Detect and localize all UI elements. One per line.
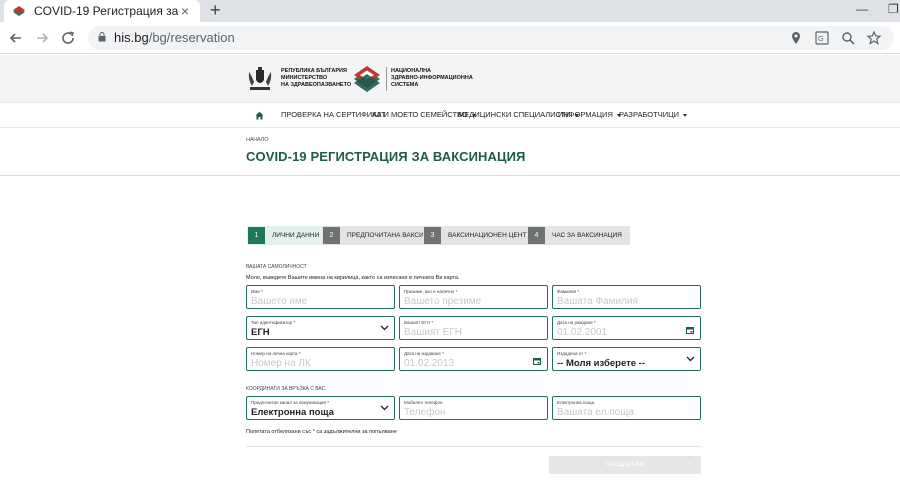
site-favicon-icon (13, 6, 25, 16)
field-label: Вашият ЕГН * (404, 320, 434, 325)
logo-divider (386, 67, 387, 91)
communication-channel-select[interactable]: Предпочитан канал за комуникация * Елект… (246, 396, 395, 420)
identity-section-heading: ВАШАТА САМОЛИЧНОСТ (246, 264, 307, 270)
ministry-name: РЕПУБЛИКА БЪЛГАРИЯ МИНИСТЕРСТВО НА ЗДРАВ… (281, 68, 352, 88)
field-label: Номер на лична карта * (251, 351, 301, 356)
step-vaccination-center[interactable]: 3 ВАКСИНАЦИОНЕН ЦЕНТЪР (423, 226, 544, 245)
field-label: Предпочитан канал за комуникация * (251, 400, 330, 405)
chevron-down-icon (683, 113, 688, 117)
coat-of-arms-logo-icon[interactable] (246, 66, 274, 92)
address-bar[interactable]: his.bg/bg/reservation G (88, 26, 894, 50)
issued-by-value: -- Моля изберете -- (557, 358, 646, 369)
forward-arrow-icon[interactable] (32, 28, 52, 48)
nav-item-information[interactable]: ИНФОРМАЦИЯ (558, 110, 621, 119)
step-label: ЛИЧНИ ДАННИ (272, 232, 320, 239)
cyrillic-hint: Моля, въведете Вашите имена на кирилица,… (246, 275, 460, 281)
browser-toolbar: his.bg/bg/reservation G (0, 22, 900, 54)
step-number: 1 (248, 227, 265, 244)
chevron-down-icon (686, 356, 695, 362)
continue-button[interactable]: ПРОДЪЛЖИ › (549, 456, 701, 474)
close-tab-icon[interactable]: × (178, 3, 192, 19)
mobile-phone-field[interactable]: Мобилен телефон Телефон (399, 396, 548, 420)
field-label: Име * (251, 289, 263, 294)
field-label: Презиме, ако е налично * (404, 289, 458, 294)
field-label: Дата на издаване * (404, 351, 444, 356)
minimize-window-icon[interactable]: — (856, 2, 868, 16)
id-type-select[interactable]: Тип идентификатор * ЕГН (246, 316, 395, 340)
main-navigation: ПРОВЕРКА НА СЕРТИФИКАТ АЗ И МОЕТО СЕМЕЙС… (0, 103, 900, 128)
reload-icon[interactable] (58, 28, 78, 48)
id-type-value: ЕГН (251, 327, 270, 338)
nav-item-certificate-check[interactable]: ПРОВЕРКА НА СЕРТИФИКАТ (281, 110, 386, 119)
id-card-number-input[interactable]: Номер на ЛК (251, 358, 311, 369)
continue-button-label: ПРОДЪЛЖИ (605, 461, 645, 468)
chevron-down-icon (380, 325, 389, 331)
bookmark-star-icon[interactable] (866, 30, 882, 46)
svg-text:G: G (818, 35, 823, 43)
required-fields-note: Полетата отбелязани със * са задължителн… (246, 429, 397, 435)
zoom-icon[interactable] (840, 30, 856, 46)
back-arrow-icon[interactable] (6, 28, 26, 48)
step-number: 2 (323, 227, 340, 244)
calendar-icon[interactable] (686, 326, 694, 334)
middle-name-input[interactable]: Вашето презиме (404, 296, 481, 307)
egn-input[interactable]: Вашият ЕГН (404, 327, 462, 338)
translate-icon[interactable]: G (814, 30, 830, 46)
birth-date-input[interactable]: 01.02.2001 (557, 327, 607, 338)
page-title: COVID-19 РЕГИСТРАЦИЯ ЗА ВАКСИНАЦИЯ (246, 149, 526, 164)
issue-date-input[interactable]: 01.02.2013 (404, 358, 454, 369)
last-name-input[interactable]: Вашата Фамилия (557, 296, 638, 307)
first-name-field[interactable]: Име * Вашето име (246, 285, 395, 309)
nhis-name: НАЦИОНАЛНА ЗДРАВНО-ИНФОРМАЦИОННА СИСТЕМА (391, 68, 473, 88)
browser-tab[interactable]: COVID-19 Регистрация за вакси × (4, 0, 200, 22)
url-text[interactable]: his.bg/bg/reservation (114, 30, 235, 45)
mobile-phone-input[interactable]: Телефон (404, 407, 445, 418)
step-label: ЧАС ЗА ВАКСИНАЦИЯ (552, 232, 622, 239)
middle-name-field[interactable]: Презиме, ако е налично * Вашето презиме (399, 285, 548, 309)
step-number: 3 (424, 227, 441, 244)
nav-item-developers[interactable]: РАЗРАБОТЧИЦИ (619, 110, 688, 119)
new-tab-button[interactable]: + (210, 1, 221, 19)
issued-by-select[interactable]: Издадена от * -- Моля изберете -- (552, 347, 701, 371)
calendar-icon[interactable] (533, 357, 541, 365)
tab-title: COVID-19 Регистрация за вакси (34, 4, 178, 18)
email-field[interactable]: Електронна поща Вашата ел.поща (552, 396, 701, 420)
chevron-down-icon (380, 405, 389, 411)
breadcrumb[interactable]: НАЧАЛО (246, 137, 269, 143)
step-number: 4 (528, 227, 545, 244)
nhis-logo-icon[interactable] (352, 64, 382, 94)
title-divider (0, 175, 900, 176)
field-label: Фамилия * (557, 289, 580, 294)
site-header: РЕПУБЛИКА БЪЛГАРИЯ МИНИСТЕРСТВО НА ЗДРАВ… (0, 55, 900, 103)
field-label: Тип идентификатор * (251, 320, 296, 325)
email-input[interactable]: Вашата ел.поща (557, 407, 634, 418)
location-pin-icon[interactable] (788, 30, 804, 46)
egn-field[interactable]: Вашият ЕГН * Вашият ЕГН (399, 316, 548, 340)
field-label: Дата на раждане * (557, 320, 596, 325)
contacts-section-heading: КООРДИНАТИ ЗА ВРЪЗКА С ВАС (246, 386, 326, 392)
field-label: Електронна поща (557, 400, 595, 405)
step-personal-data[interactable]: 1 ЛИЧНИ ДАННИ (247, 226, 328, 245)
issue-date-field[interactable]: Дата на издаване * 01.02.2013 (399, 347, 548, 371)
lock-icon[interactable] (98, 32, 106, 42)
chevron-right-icon: › (688, 460, 691, 467)
field-label: Издадена от * (557, 351, 587, 356)
first-name-input[interactable]: Вашето име (251, 296, 307, 307)
last-name-field[interactable]: Фамилия * Вашата Фамилия (552, 285, 701, 309)
step-vaccination-time[interactable]: 4 ЧАС ЗА ВАКСИНАЦИЯ (527, 226, 630, 245)
form-divider (246, 446, 701, 447)
communication-channel-value: Електронна поща (251, 407, 334, 418)
browser-tab-bar: COVID-19 Регистрация за вакси × + — ❐ (0, 0, 900, 22)
birth-date-field[interactable]: Дата на раждане * 01.02.2001 (552, 316, 701, 340)
home-icon[interactable] (255, 111, 264, 120)
id-card-number-field[interactable]: Номер на лична карта * Номер на ЛК (246, 347, 395, 371)
maximize-window-icon[interactable]: ❐ (888, 2, 899, 16)
field-label: Мобилен телефон (404, 400, 443, 405)
